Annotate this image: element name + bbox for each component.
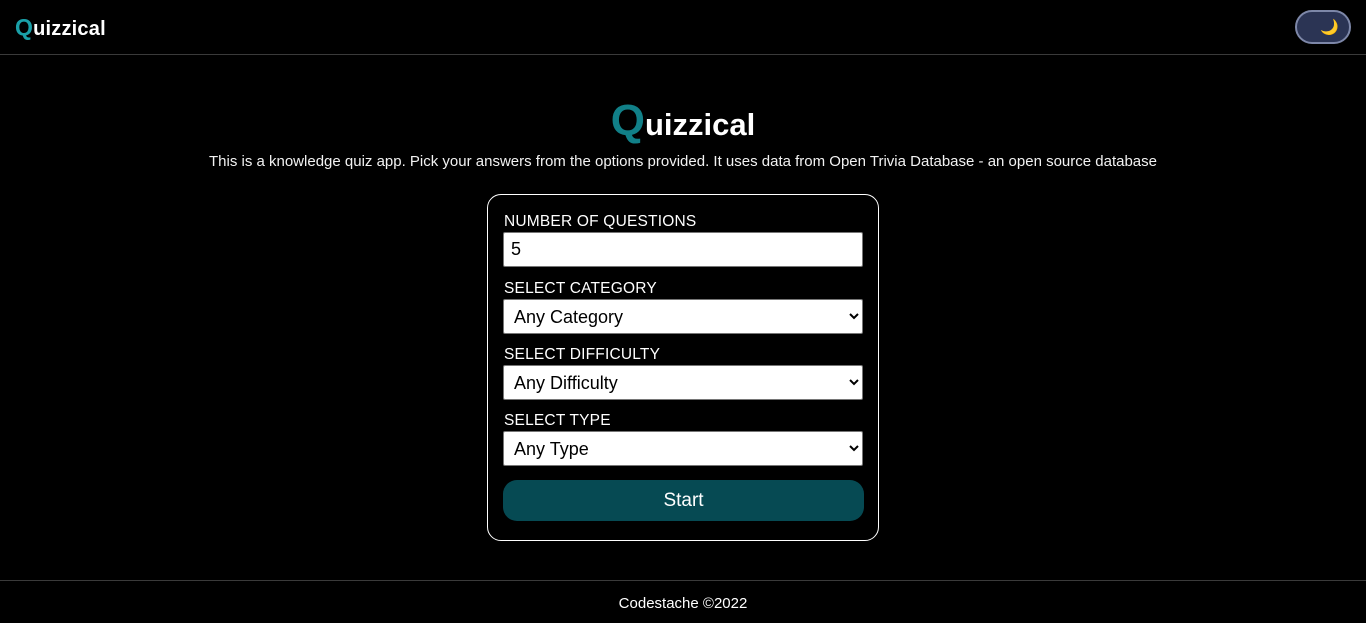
page-title: Quizzical bbox=[0, 96, 1366, 146]
type-label: SELECT TYPE bbox=[504, 412, 611, 429]
app-description: This is a knowledge quiz app. Pick your … bbox=[208, 153, 1157, 170]
type-select[interactable]: Any Type bbox=[503, 431, 863, 466]
brand-initial: Q bbox=[15, 14, 34, 40]
footer-copyright: Codestache ©2022 bbox=[618, 595, 748, 612]
theme-toggle[interactable]: 🌙 bbox=[1295, 10, 1351, 44]
questions-input[interactable] bbox=[503, 232, 863, 267]
questions-label: NUMBER OF QUESTIONS bbox=[504, 213, 697, 230]
navbar: Quizzical 🌙 bbox=[0, 0, 1366, 55]
category-select[interactable]: Any Category bbox=[503, 299, 863, 334]
title-initial: Q bbox=[610, 96, 645, 145]
moon-icon: 🌙 bbox=[1320, 18, 1339, 36]
difficulty-select[interactable]: Any Difficulty bbox=[503, 365, 863, 400]
title-rest: uizzical bbox=[644, 107, 756, 142]
brand-logo[interactable]: Quizzical bbox=[15, 14, 106, 41]
start-button[interactable]: Start bbox=[503, 480, 864, 521]
quiz-settings-form: NUMBER OF QUESTIONS SELECT CATEGORY Any … bbox=[487, 194, 879, 541]
footer: Codestache ©2022 bbox=[0, 580, 1366, 623]
category-label: SELECT CATEGORY bbox=[504, 280, 657, 297]
difficulty-label: SELECT DIFFICULTY bbox=[504, 346, 661, 363]
brand-name: uizzical bbox=[33, 18, 106, 40]
